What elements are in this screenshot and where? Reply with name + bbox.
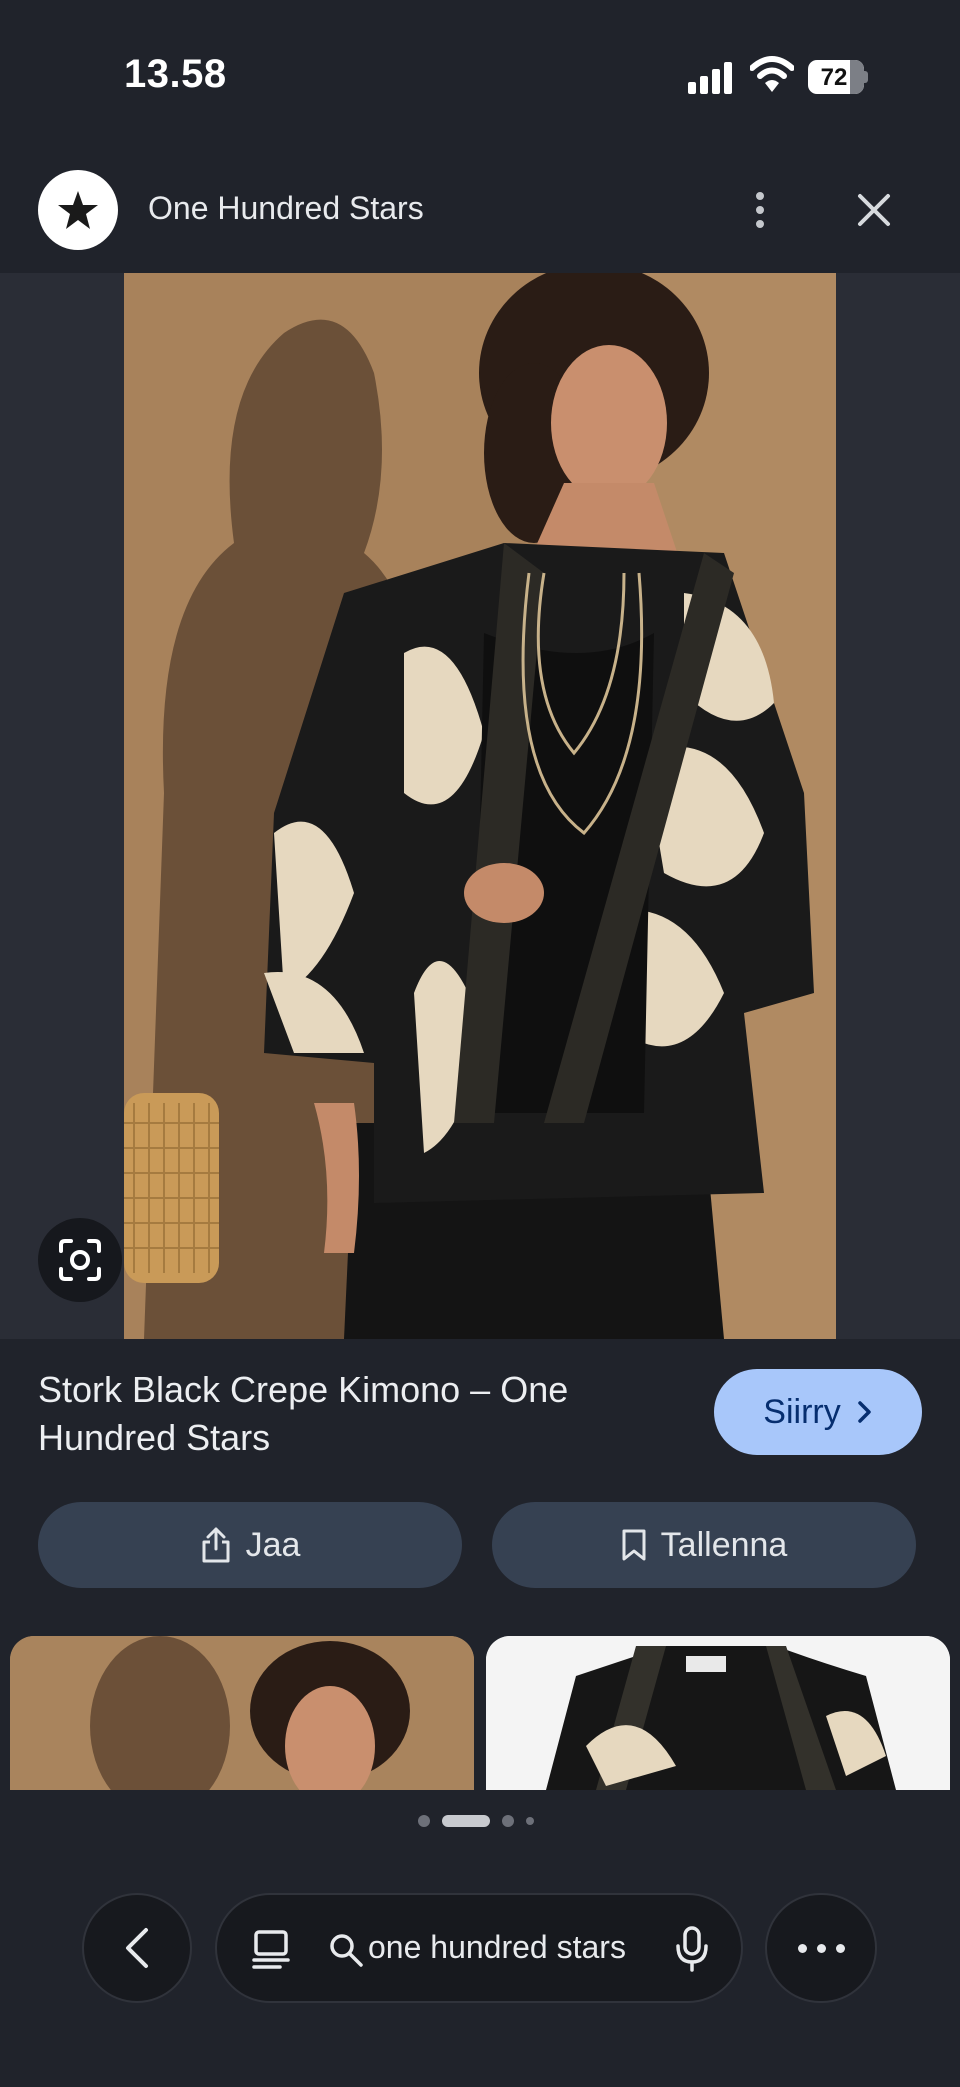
product-photo[interactable] (124, 273, 836, 1339)
battery-indicator: 72 (808, 60, 868, 94)
image-viewer[interactable] (0, 273, 960, 1339)
visit-label: Siirry (763, 1392, 841, 1431)
related-image-1[interactable] (10, 1636, 474, 1790)
visit-button[interactable]: Siirry (714, 1369, 922, 1455)
search-icon (328, 1932, 364, 1968)
more-horizontal-icon[interactable] (765, 1893, 877, 2003)
carousel-indicator (418, 1813, 538, 1829)
back-button[interactable] (82, 1893, 192, 2003)
share-button[interactable]: Jaa (38, 1502, 462, 1588)
battery-level: 72 (820, 64, 848, 91)
bookmark-icon (622, 1529, 646, 1561)
more-vertical-icon[interactable] (740, 186, 780, 234)
status-time: 13.58 (124, 52, 227, 96)
site-name: One Hundred Stars (148, 190, 424, 226)
star-icon (58, 191, 98, 229)
chevron-left-icon (126, 1928, 148, 1968)
chevron-right-icon (857, 1401, 871, 1423)
site-logo[interactable] (38, 170, 118, 250)
share-label: Jaa (245, 1525, 301, 1564)
save-button[interactable]: Tallenna (492, 1502, 916, 1588)
related-image-2[interactable] (486, 1636, 950, 1790)
close-icon[interactable] (852, 188, 896, 232)
save-label: Tallenna (660, 1525, 788, 1564)
share-icon (202, 1527, 230, 1563)
tabs-icon[interactable] (250, 1928, 292, 1970)
lens-search-button[interactable] (38, 1218, 122, 1302)
wifi-icon (749, 56, 795, 94)
lens-icon (59, 1239, 101, 1281)
cellular-signal-icon (688, 60, 736, 94)
microphone-icon[interactable] (674, 1926, 710, 1972)
result-title[interactable]: Stork Black Crepe Kimono – One Hundred S… (38, 1366, 658, 1462)
search-query[interactable]: one hundred stars (368, 1929, 638, 1966)
